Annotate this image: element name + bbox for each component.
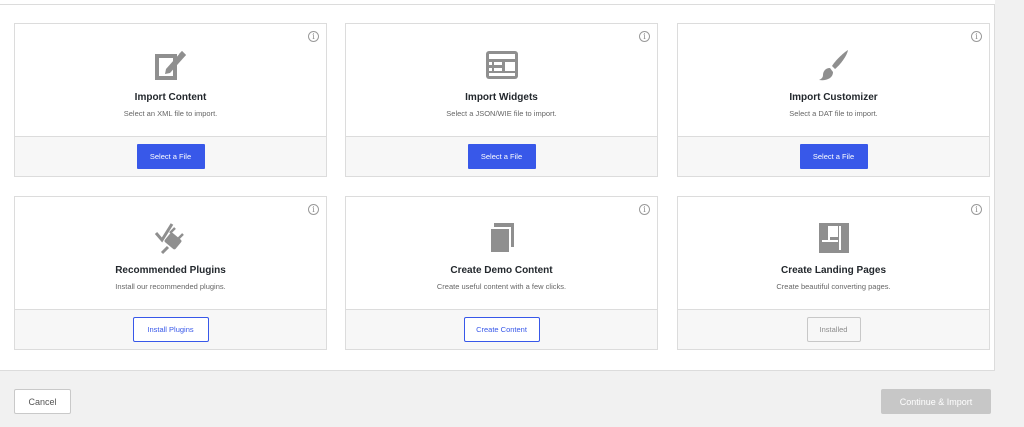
card-description: Install our recommended plugins.	[115, 282, 226, 291]
card-description: Select an XML file to import.	[123, 109, 218, 118]
card-description: Select a JSON/WIE file to import.	[446, 109, 557, 118]
cancel-button[interactable]: Cancel	[14, 389, 71, 414]
import-content-icon	[154, 51, 186, 80]
info-icon[interactable]: i	[308, 31, 319, 42]
card-title: Import Customizer	[789, 92, 878, 103]
widgets-icon	[485, 51, 518, 79]
card-description: Create useful content with a few clicks.	[436, 282, 567, 291]
card-create-demo-content: i Create Demo Content Create useful cont…	[345, 196, 658, 350]
card-footer: Select a File	[678, 136, 989, 176]
card-title: Recommended Plugins	[115, 265, 226, 276]
card-title: Create Landing Pages	[780, 265, 887, 276]
card-title: Import Widgets	[465, 92, 538, 103]
installed-button: Installed	[806, 317, 861, 342]
paintbrush-icon	[818, 50, 848, 81]
create-content-button[interactable]: Create Content	[463, 317, 540, 342]
card-recommended-plugins: i Recommended Plugins Install our recomm…	[14, 196, 327, 350]
card-description: Create beautiful converting pages.	[776, 282, 891, 291]
card-footer: Select a File	[346, 136, 657, 176]
card-import-widgets: i Import Widgets Select a JSON/WIE file …	[345, 23, 658, 177]
info-icon[interactable]: i	[308, 204, 319, 215]
info-icon[interactable]: i	[971, 31, 982, 42]
layout-icon	[818, 223, 849, 253]
copy-pages-icon	[488, 223, 514, 254]
plugin-icon	[154, 223, 184, 255]
card-title: Import Content	[134, 92, 207, 103]
card-description: Select a DAT file to import.	[789, 109, 878, 118]
card-import-content: i Import Content Select an XML file to i…	[14, 23, 327, 177]
card-footer: Select a File	[15, 136, 326, 176]
card-create-landing-pages: i Create Landing Pages Create beautiful …	[677, 196, 990, 350]
continue-import-button[interactable]: Continue & Import	[881, 389, 991, 414]
card-footer: Installed	[678, 309, 989, 349]
select-file-button[interactable]: Select a File	[136, 144, 205, 169]
card-import-customizer: i Import Customizer Select a DAT file to…	[677, 23, 990, 177]
install-plugins-button[interactable]: Install Plugins	[132, 317, 209, 342]
card-footer: Create Content	[346, 309, 657, 349]
card-footer: Install Plugins	[15, 309, 326, 349]
info-icon[interactable]: i	[971, 204, 982, 215]
top-divider	[0, 0, 995, 5]
select-file-button[interactable]: Select a File	[467, 144, 536, 169]
info-icon[interactable]: i	[639, 204, 650, 215]
card-title: Create Demo Content	[450, 265, 553, 276]
info-icon[interactable]: i	[639, 31, 650, 42]
select-file-button[interactable]: Select a File	[799, 144, 868, 169]
import-panel: i Import Content Select an XML file to i…	[0, 0, 995, 371]
